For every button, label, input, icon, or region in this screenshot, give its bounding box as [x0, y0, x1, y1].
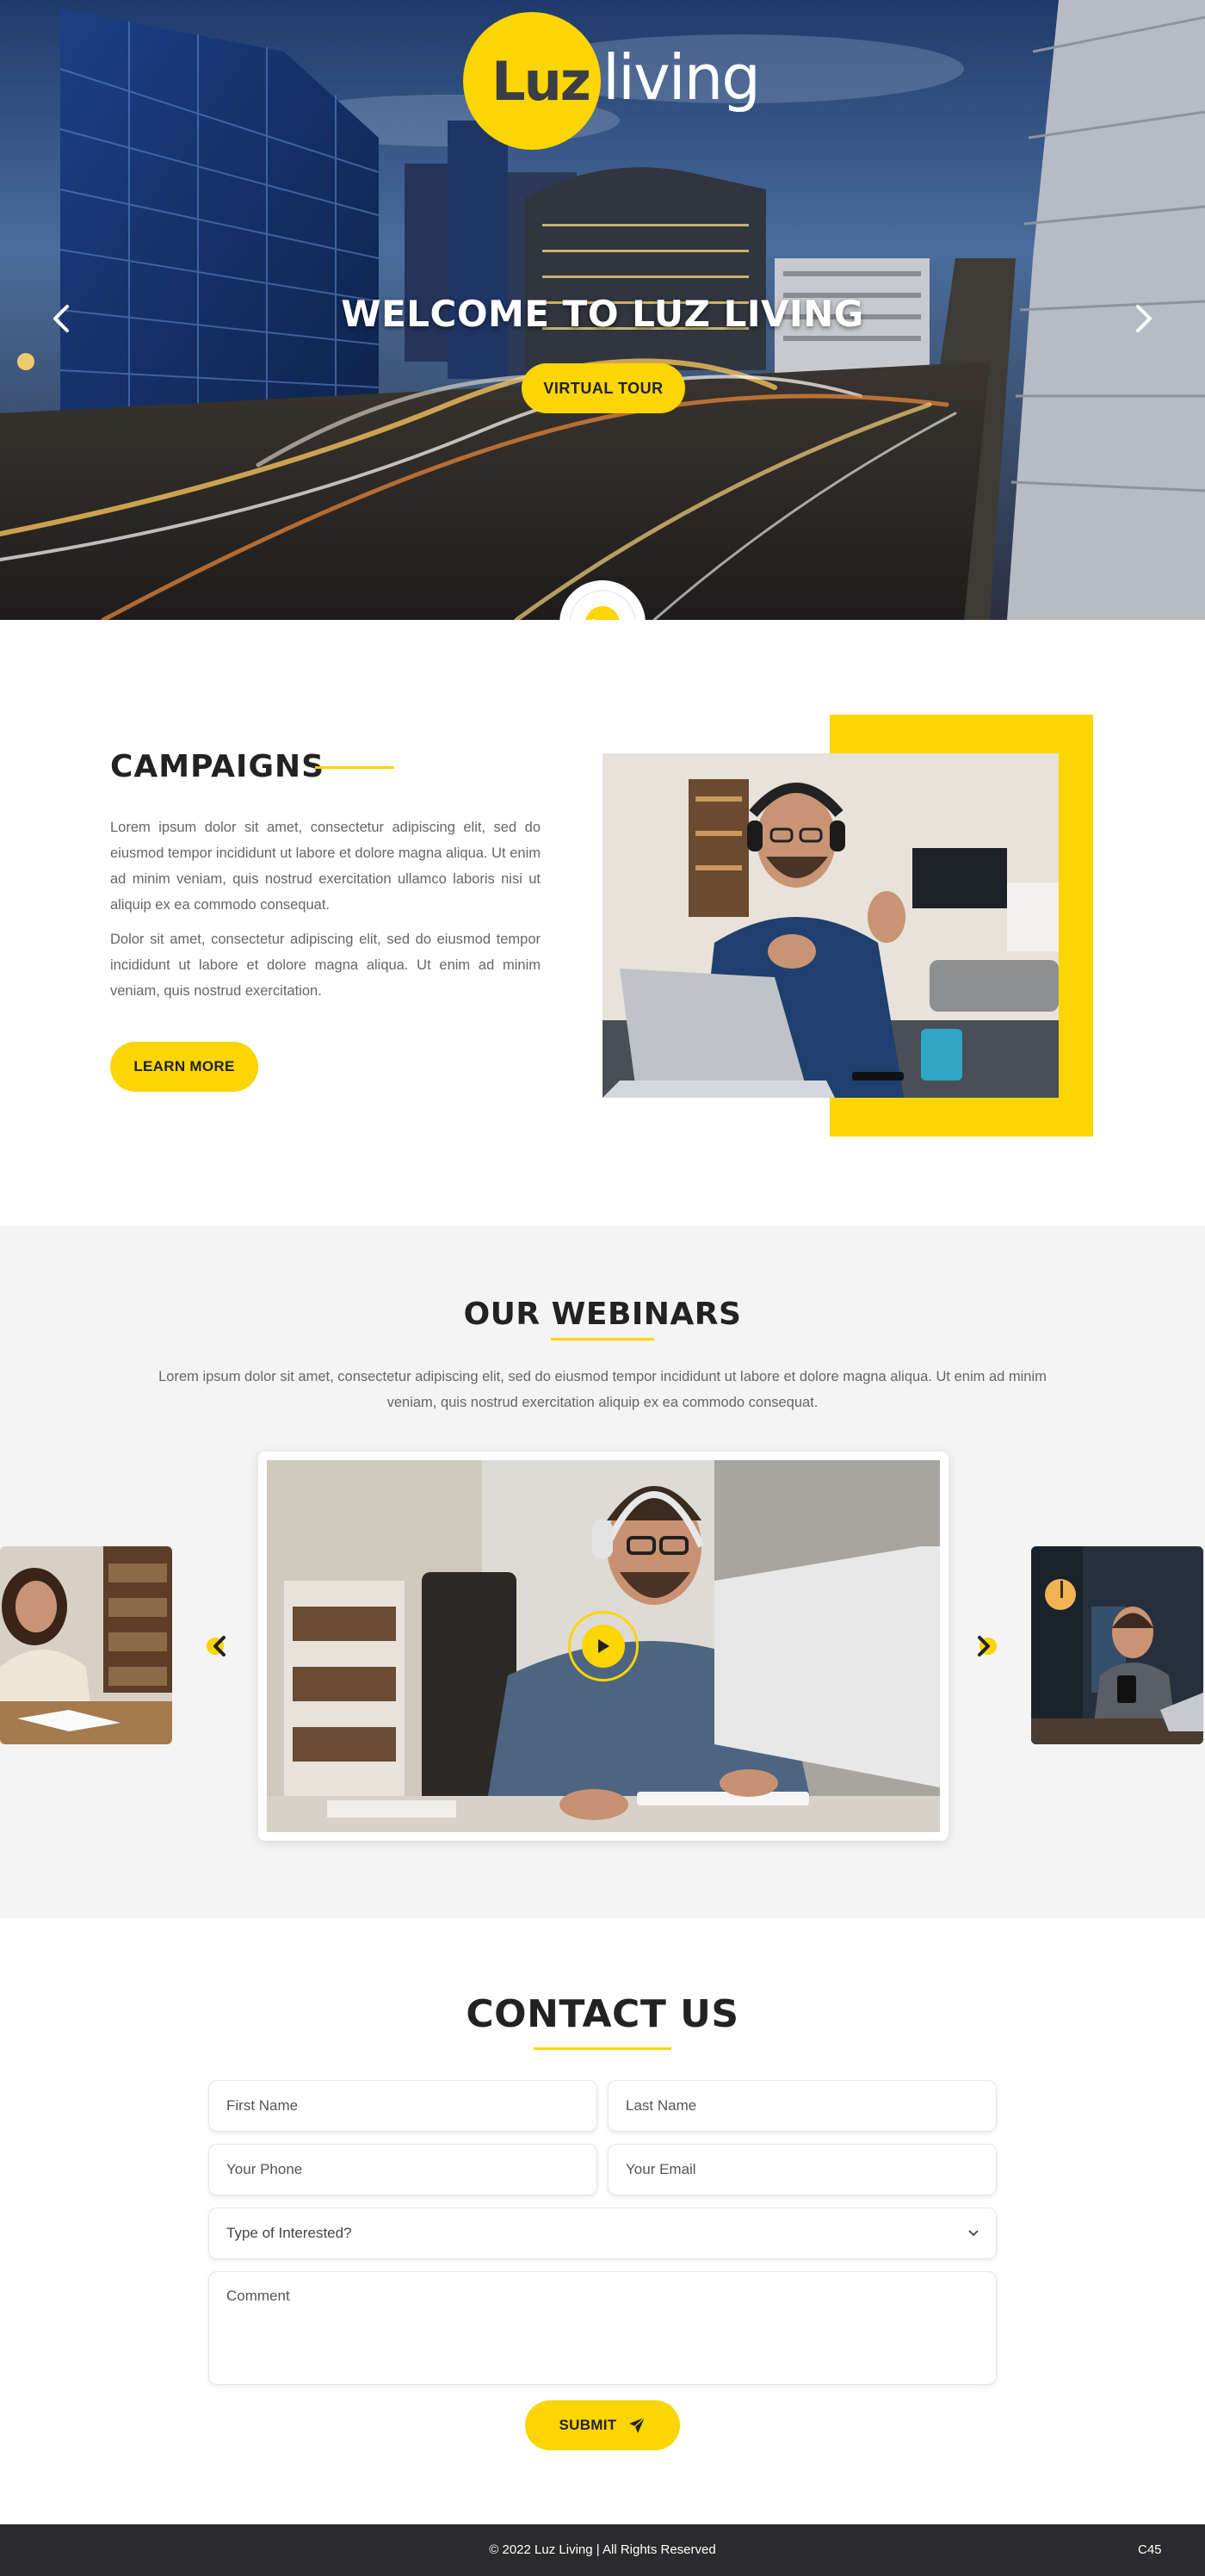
logo-badge: Luz [463, 12, 601, 150]
man-with-headphones-laptop-image [602, 753, 1059, 1098]
paper-plane-icon [629, 2417, 646, 2433]
interest-type-select[interactable]: Type of Interested? [208, 2208, 997, 2259]
comment-field[interactable] [208, 2271, 997, 2385]
woman-with-tablet-image [1031, 1546, 1203, 1744]
footer-code: C45 [1138, 2542, 1162, 2557]
woman-reading-image [0, 1546, 172, 1744]
webinar-card-next[interactable] [1031, 1546, 1203, 1744]
hero-banner: Luz living WELCOME TO LUZ LIVING VIRTUAL… [0, 0, 1205, 620]
logo-badge-text: Luz [491, 49, 591, 113]
webinars-heading: OUR WEBINARS [463, 1297, 742, 1332]
hero-title: WELCOME TO LUZ LIVING [341, 293, 864, 335]
luz-living-logo[interactable]: Luz living [463, 12, 761, 150]
webinar-featured-card[interactable] [258, 1452, 949, 1841]
webinar-next-button[interactable] [967, 1629, 1002, 1663]
webinars-description: Lorem ipsum dolor sit amet, consectetur … [158, 1369, 1047, 1410]
campaigns-paragraph-1: Lorem ipsum dolor sit amet, consectetur … [110, 820, 541, 913]
interest-type-selected-value: Type of Interested? [226, 2225, 352, 2241]
webinars-section: OUR WEBINARS Lorem ipsum dolor sit amet,… [0, 1226, 1205, 1918]
contact-heading: CONTACT US [466, 1992, 739, 2036]
virtual-tour-button[interactable]: VIRTUAL TOUR [522, 363, 685, 413]
email-field[interactable] [608, 2144, 997, 2195]
webinars-heading-underline [551, 1338, 654, 1341]
campaigns-heading-underline [315, 766, 394, 769]
play-button-core [582, 1625, 625, 1668]
page-footer: © 2022 Luz Living | All Rights Reserved … [0, 2524, 1205, 2576]
webinar-card-previous[interactable] [0, 1546, 172, 1744]
logo-wordmark: living [602, 41, 761, 114]
webinar-prev-button[interactable] [201, 1629, 236, 1663]
first-name-field[interactable] [208, 2080, 597, 2132]
chevron-left-icon [207, 1636, 226, 1656]
play-button[interactable] [568, 1611, 639, 1681]
learn-more-button[interactable]: LEARN MORE [110, 1042, 258, 1092]
contact-section: CONTACT US Type of Interested? SUBMIT [0, 1918, 1205, 2524]
phone-field[interactable] [208, 2144, 597, 2195]
contact-heading-underline [534, 2047, 671, 2050]
play-icon [598, 1639, 609, 1653]
campaigns-heading: CAMPAIGNS [110, 749, 325, 784]
chevron-right-icon [978, 1636, 997, 1656]
submit-button-label: SUBMIT [559, 2417, 617, 2433]
submit-button[interactable]: SUBMIT [525, 2400, 680, 2450]
campaigns-paragraph-2: Dolor sit amet, consectetur adipiscing e… [110, 932, 541, 999]
last-name-field[interactable] [608, 2080, 997, 2132]
webinar-featured-video[interactable] [267, 1460, 940, 1832]
chevron-down-icon [968, 2230, 979, 2237]
campaigns-photo [602, 753, 1059, 1098]
footer-copyright: © 2022 Luz Living | All Rights Reserved [489, 2542, 716, 2557]
campaigns-section: CAMPAIGNS Lorem ipsum dolor sit amet, co… [0, 620, 1205, 1226]
